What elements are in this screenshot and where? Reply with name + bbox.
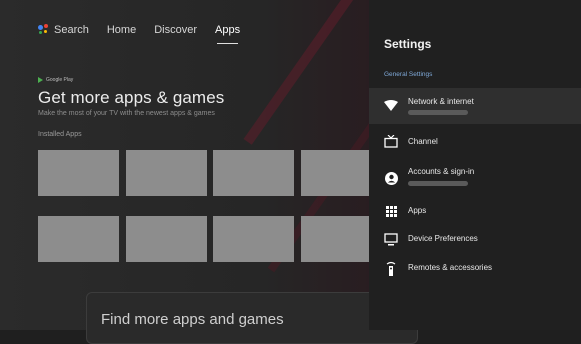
settings-title: Settings xyxy=(384,37,432,51)
app-tile[interactable] xyxy=(301,150,369,196)
google-play-icon xyxy=(38,77,43,83)
settings-item-accounts[interactable]: Accounts & sign-in xyxy=(369,160,581,196)
settings-item-apps[interactable]: Apps xyxy=(369,200,581,222)
app-tile[interactable] xyxy=(213,150,294,196)
settings-item-label: Apps xyxy=(408,206,427,215)
search-label: Search xyxy=(54,24,89,36)
settings-panel: Settings General Settings Network & inte… xyxy=(369,0,581,330)
settings-item-remotes[interactable]: Remotes & accessories xyxy=(369,257,581,279)
google-assistant-icon xyxy=(38,24,50,36)
tab-apps[interactable]: Apps xyxy=(215,24,240,44)
page-subtitle: Make the most of your TV with the newest… xyxy=(38,110,215,117)
app-tile[interactable] xyxy=(301,216,369,262)
search-button[interactable]: Search xyxy=(38,24,89,36)
remote-icon xyxy=(384,261,398,276)
settings-item-device-preferences[interactable]: Device Preferences xyxy=(369,228,581,250)
app-tile[interactable] xyxy=(126,216,207,262)
settings-item-label: Remotes & accessories xyxy=(408,263,493,272)
tab-discover[interactable]: Discover xyxy=(154,24,197,36)
top-navigation: Search Home Discover Apps xyxy=(38,24,240,44)
settings-item-network[interactable]: Network & internet xyxy=(369,88,581,124)
app-tile[interactable] xyxy=(126,150,207,196)
app-tile[interactable] xyxy=(38,216,119,262)
general-settings-heading: General Settings xyxy=(384,71,433,78)
settings-item-channel[interactable]: Channel xyxy=(369,128,581,154)
account-icon xyxy=(384,171,398,185)
installed-apps-heading: Installed Apps xyxy=(38,131,82,138)
tv-channel-icon xyxy=(384,134,398,148)
network-status-redacted xyxy=(408,110,468,115)
app-tile[interactable] xyxy=(213,216,294,262)
settings-item-label: Channel xyxy=(408,137,438,146)
app-tile[interactable] xyxy=(38,150,119,196)
google-play-badge: Google Play xyxy=(38,77,73,83)
settings-item-label: Network & internet xyxy=(408,97,474,106)
settings-item-label: Device Preferences xyxy=(408,234,478,243)
google-play-label: Google Play xyxy=(46,77,74,83)
wifi-icon xyxy=(384,99,398,113)
display-icon xyxy=(384,232,398,246)
find-more-label: Find more apps and games xyxy=(101,311,284,328)
tab-home[interactable]: Home xyxy=(107,24,136,36)
apps-grid-icon xyxy=(384,204,398,218)
account-email-redacted xyxy=(408,181,468,186)
settings-item-label: Accounts & sign-in xyxy=(408,167,475,176)
page-title: Get more apps & games xyxy=(38,88,225,107)
